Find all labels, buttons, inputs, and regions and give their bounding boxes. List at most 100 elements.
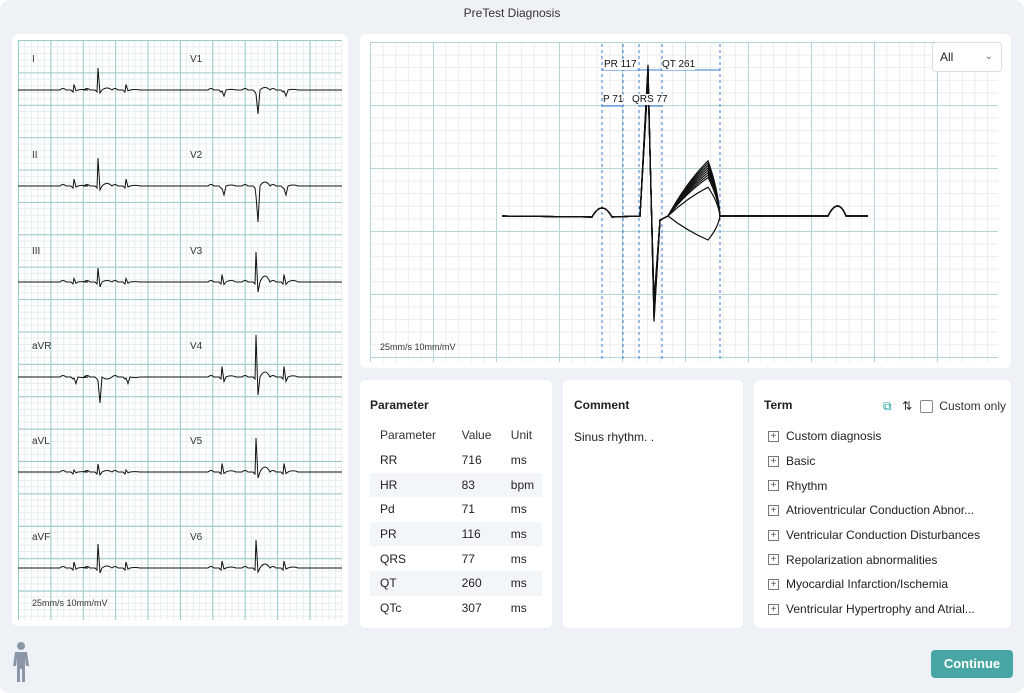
lead-label-v2: V2	[190, 150, 203, 161]
column-header-unit: Unit	[510, 428, 533, 442]
lead-trace	[184, 181, 342, 223]
comment-title: Comment	[574, 398, 630, 412]
param-unit: ms	[510, 453, 527, 468]
lead-label-ii: II	[32, 150, 38, 161]
table-row: QTc 307 ms	[370, 596, 542, 621]
table-row: PR 116 ms	[370, 521, 542, 547]
lead-label-v1: V1	[190, 54, 203, 65]
param-name: QTc	[380, 600, 402, 615]
term-item-label: Atrioventricular Conduction Abnor...	[786, 503, 975, 518]
param-name: HR	[370, 472, 452, 498]
term-item-repolarization[interactable]: + Repolarization abnormalities	[768, 547, 1008, 572]
lead-trace	[184, 539, 342, 574]
param-value: 716	[461, 453, 482, 468]
lead-label-avf: aVF	[32, 532, 51, 543]
term-item-label: Ventricular Conduction Disturbances	[786, 528, 981, 543]
expand-plus-icon[interactable]: +	[768, 578, 779, 590]
term-item-basic[interactable]: + Basic	[768, 449, 1008, 474]
param-unit: bpm	[500, 472, 542, 498]
custom-only-checkbox[interactable]	[920, 399, 934, 413]
term-tree: + Custom diagnosis + Basic + Rhythm + Atriov…	[768, 424, 1008, 622]
custom-only-label[interactable]: Custom only	[939, 399, 1006, 413]
twelve-lead-traces	[18, 67, 342, 574]
term-item-custom-diagnosis[interactable]: + Custom diagnosis	[768, 424, 1008, 449]
lead-label-v5: V5	[190, 436, 203, 447]
table-row: QT 260 ms	[370, 570, 542, 596]
lead-label-iii: III	[32, 246, 41, 257]
sort-icon[interactable]: ⇅	[900, 399, 914, 413]
table-row: Pd 71 ms	[370, 497, 542, 522]
comment-panel[interactable]: Comment Sinus rhythm. .	[563, 380, 743, 628]
qt-interval-label: QT 261	[662, 59, 696, 70]
term-item-label: Basic	[786, 454, 816, 469]
term-item-label: Myocardial Infarction/Ischemia	[786, 577, 949, 592]
app-window: PreTest Diagnosis I V1 II V2 III V3 aVR …	[0, 0, 1024, 693]
param-unit: ms	[510, 600, 527, 615]
twelve-lead-ecg-panel[interactable]: I V1 II V2 III V3 aVR V4 aVL V5 aVF V6	[12, 34, 348, 626]
param-value: 71	[461, 502, 475, 517]
lead-trace	[184, 251, 342, 293]
param-unit: ms	[500, 570, 542, 596]
table-row: RR 716 ms	[370, 448, 542, 473]
term-item-myocardial-infarction[interactable]: + Myocardial Infarction/Ischemia	[768, 572, 1008, 597]
term-item-rhythm[interactable]: + Rhythm	[768, 473, 1008, 498]
lead-filter-value: All	[940, 50, 954, 64]
term-item-label: Rhythm	[786, 478, 828, 493]
param-value: 307	[461, 600, 482, 615]
param-unit: ms	[500, 521, 542, 547]
expand-plus-icon[interactable]: +	[768, 603, 779, 615]
lead-trace	[18, 67, 184, 95]
param-name: QRS	[380, 551, 407, 566]
comment-text[interactable]: Sinus rhythm. .	[574, 430, 654, 444]
lead-trace	[18, 157, 184, 192]
body-figure-icon[interactable]	[10, 641, 32, 683]
lead-trace	[18, 543, 184, 574]
lead-trace	[184, 87, 342, 115]
median-speed-label: 25mm/s 10mm/mV	[380, 342, 456, 352]
param-unit: ms	[510, 502, 527, 517]
twelve-lead-speed-label: 25mm/s 10mm/mV	[32, 598, 108, 608]
parameter-table: Parameter Value Unit RR 716 ms HR 83 bpm Pd 7…	[370, 422, 542, 620]
table-header-row: Parameter Value Unit	[370, 422, 542, 448]
lead-label-avr: aVR	[32, 341, 52, 352]
param-value: 116	[451, 521, 501, 547]
parameter-panel: Parameter Parameter Value Unit RR 716 ms H…	[360, 380, 552, 628]
expand-plus-icon[interactable]: +	[768, 480, 779, 492]
lead-label-v6: V6	[190, 532, 203, 543]
term-item-ventricular-conduction[interactable]: + Ventricular Conduction Disturbances	[768, 523, 1008, 548]
param-name: RR	[380, 453, 398, 468]
param-value: 77	[461, 551, 475, 566]
term-toolbar: ⧉ ⇅ Custom only	[880, 399, 1006, 413]
median-beat-panel[interactable]: All ⌄ PR 117 QT 261 P 71 QRS 77 25mm/s 1…	[360, 34, 1011, 368]
chevron-down-icon: ⌄	[984, 51, 993, 62]
copy-icon[interactable]: ⧉	[880, 399, 894, 413]
term-item-label: Repolarization abnormalities	[786, 552, 938, 567]
expand-plus-icon[interactable]: +	[768, 554, 779, 566]
param-name: PR	[370, 521, 452, 547]
lead-label-i: I	[32, 54, 35, 65]
expand-plus-icon[interactable]: +	[768, 529, 779, 541]
lead-label-v4: V4	[190, 341, 203, 352]
parameter-title: Parameter	[370, 398, 429, 412]
continue-button[interactable]: Continue	[931, 650, 1013, 678]
lead-trace	[18, 463, 184, 477]
term-panel: Term ⧉ ⇅ Custom only + Custom diagnosis +…	[754, 380, 1011, 628]
term-item-ventricular-hypertrophy[interactable]: + Ventricular Hypertrophy and Atrial...	[768, 597, 1008, 622]
lead-label-avl: aVL	[32, 436, 50, 447]
p-duration-label: P 71	[603, 94, 624, 105]
column-header-value: Value	[461, 428, 492, 442]
lead-label-v3: V3	[190, 246, 203, 257]
expand-plus-icon[interactable]: +	[768, 504, 779, 516]
expand-plus-icon[interactable]: +	[768, 455, 779, 467]
qrs-duration-label: QRS 77	[632, 94, 668, 105]
term-item-label: Custom diagnosis	[786, 429, 882, 444]
lead-filter-select[interactable]: All ⌄	[932, 42, 1002, 72]
lead-trace	[18, 267, 184, 288]
term-item-label: Ventricular Hypertrophy and Atrial...	[786, 602, 975, 617]
window-title: PreTest Diagnosis	[463, 6, 561, 20]
expand-plus-icon[interactable]: +	[768, 430, 779, 442]
param-unit: ms	[510, 551, 527, 566]
param-value: 83	[451, 472, 501, 498]
param-value: 260	[451, 570, 501, 596]
term-item-av-conduction[interactable]: + Atrioventricular Conduction Abnor...	[768, 498, 1008, 523]
